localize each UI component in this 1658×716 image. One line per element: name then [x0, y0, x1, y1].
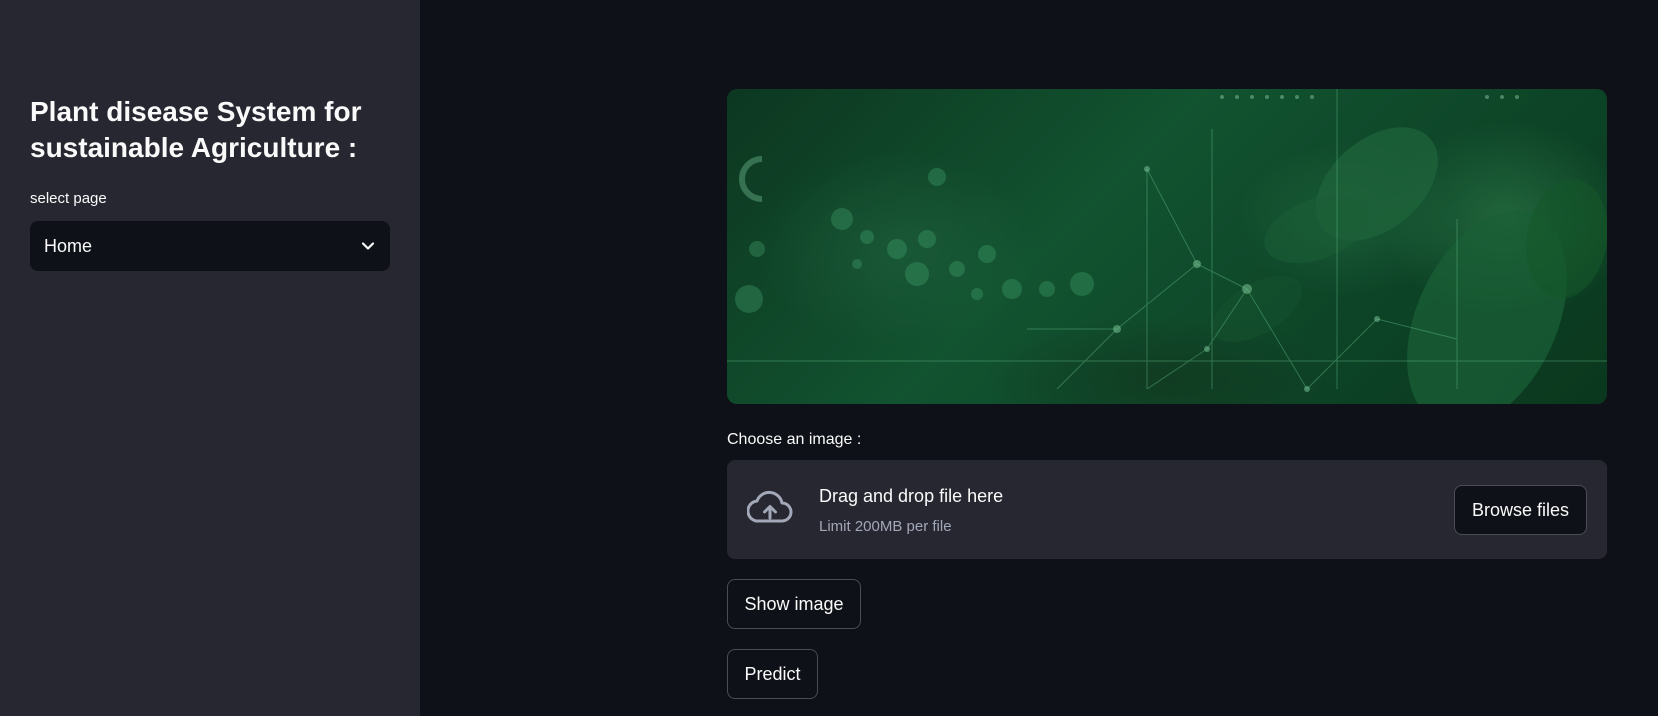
sidebar: Plant disease System for sustainable Agr… [0, 0, 420, 716]
dropzone-title: Drag and drop file here [819, 486, 1004, 506]
page-select-value: Home [44, 235, 93, 256]
file-dropzone[interactable]: Drag and drop file here Limit 200MB per … [727, 460, 1607, 559]
dropzone-limit: Limit 200MB per file [819, 518, 952, 535]
select-page-label: select page [30, 190, 107, 207]
show-image-button[interactable]: Show image [727, 579, 861, 629]
page-select[interactable]: Home [30, 221, 390, 271]
app-root: Plant disease System for sustainable Agr… [0, 0, 1658, 716]
chevron-down-icon [360, 238, 376, 254]
browse-files-button[interactable]: Browse files [1454, 485, 1587, 535]
hero-image [727, 89, 1607, 404]
sidebar-title: Plant disease System for sustainable Agr… [30, 96, 362, 163]
cloud-upload-icon [746, 488, 793, 528]
hero-network-graphic [727, 89, 1607, 404]
uploader-label: Choose an image : [727, 431, 862, 448]
predict-button[interactable]: Predict [727, 649, 818, 699]
main-content: Choose an image : Drag and drop file her… [420, 0, 1658, 716]
